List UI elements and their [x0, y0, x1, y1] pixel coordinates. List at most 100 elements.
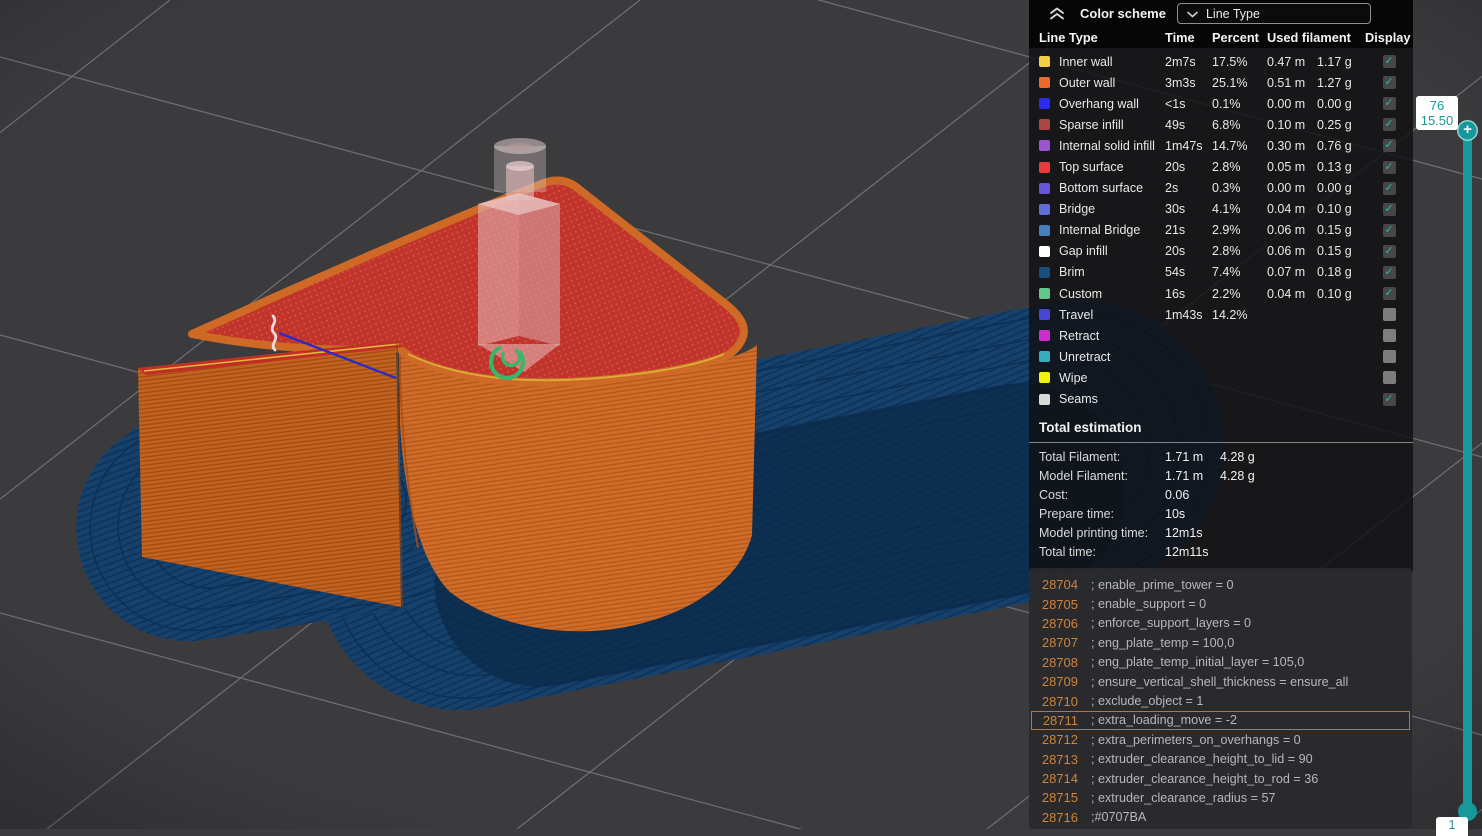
line-type-used-g: 1.27 g [1317, 75, 1352, 90]
display-checkbox[interactable]: ✓ [1382, 139, 1396, 153]
line-type-used-g: 0.13 g [1317, 160, 1352, 175]
gcode-line-number: 28705 [1041, 596, 1078, 612]
estimation-row: Prepare time: 10s [1029, 505, 1413, 524]
display-checkbox[interactable]: ✓ [1382, 265, 1396, 279]
gcode-line[interactable]: 28710 ; exclude_object = 1 [1031, 691, 1410, 710]
color-scheme-dropdown[interactable]: Line Type [1176, 3, 1371, 24]
gcode-viewer[interactable]: 28704 ; enable_prime_tower = 0 28705 ; e… [1029, 568, 1412, 829]
line-type-color-swatch [1039, 288, 1050, 300]
line-type-used-g: 0.10 g [1317, 286, 1352, 301]
line-type-color-swatch [1039, 245, 1050, 257]
legend-row: Gap infill 20s 2.8% 0.06 m 0.15 g ✓ [1029, 241, 1413, 262]
line-type-used-g: 0.00 g [1317, 181, 1352, 196]
gcode-line-text: ; extra_loading_move = -2 [1091, 713, 1237, 728]
estimation-value-1: 12m1s [1165, 526, 1203, 541]
collapse-panel-icon[interactable] [1048, 7, 1066, 20]
line-type-used-m: 0.47 m [1267, 54, 1306, 69]
line-type-label: Custom [1059, 286, 1103, 301]
gcode-line[interactable]: 28706 ; enforce_support_layers = 0 [1031, 614, 1410, 633]
gcode-line-number: 28712 [1041, 732, 1078, 748]
display-checkbox[interactable]: ✓ [1382, 118, 1396, 132]
line-type-label: Retract [1059, 328, 1100, 343]
line-type-percent: 7.4% [1212, 265, 1241, 280]
legend-row: Wipe [1029, 367, 1413, 388]
layer-slider-track[interactable] [1463, 131, 1472, 812]
line-type-used-m: 0.06 m [1267, 223, 1306, 238]
col-display: Display [1365, 30, 1411, 45]
display-checkbox[interactable] [1382, 308, 1396, 322]
total-estimation-title: Total estimation [1039, 419, 1142, 435]
gcode-line-text: ; ensure_vertical_shell_thickness = ensu… [1091, 674, 1349, 689]
gcode-line-text: ; enable_prime_tower = 0 [1091, 577, 1234, 592]
legend-row: Retract [1029, 325, 1413, 346]
line-type-percent: 2.9% [1212, 223, 1241, 238]
gcode-line-number: 28710 [1041, 693, 1078, 709]
display-checkbox[interactable]: ✓ [1382, 223, 1396, 237]
gcode-line[interactable]: 28711 ; extra_loading_move = -2 [1031, 710, 1410, 731]
display-checkbox[interactable]: ✓ [1382, 392, 1396, 406]
line-type-time: 20s [1165, 244, 1186, 259]
estimation-rows: Total Filament: 1.71 m 4.28 g Model Fila… [1029, 443, 1413, 572]
display-checkbox[interactable]: ✓ [1382, 181, 1396, 195]
line-type-used-g: 0.00 g [1317, 96, 1352, 111]
col-percent: Percent [1212, 30, 1259, 45]
display-checkbox[interactable]: ✓ [1382, 76, 1396, 90]
chevron-down-icon [1187, 11, 1198, 18]
display-checkbox[interactable]: ✓ [1382, 160, 1396, 174]
estimation-value-1: 12m11s [1165, 545, 1209, 560]
line-type-percent: 25.1% [1212, 75, 1248, 90]
line-type-used-m: 0.51 m [1267, 75, 1306, 90]
estimation-label: Total Filament: [1039, 450, 1121, 465]
estimation-value-2: 4.28 g [1220, 450, 1255, 465]
layer-slider-handle-top[interactable]: + [1457, 120, 1478, 141]
line-type-used-g: 0.25 g [1317, 117, 1352, 132]
line-type-time: 54s [1165, 265, 1186, 280]
line-type-label: Inner wall [1059, 54, 1113, 69]
layer-slider-bottom-badge: 1 [1436, 817, 1468, 836]
gcode-line[interactable]: 28716 ;#0707BA [1031, 808, 1410, 827]
line-type-percent: 14.7% [1212, 138, 1248, 153]
display-checkbox[interactable] [1382, 350, 1396, 364]
line-type-percent: 6.8% [1212, 117, 1241, 132]
line-type-used-m: 0.04 m [1267, 286, 1306, 301]
estimation-value-1: 1.71 m [1165, 450, 1204, 465]
line-type-used-m: 0.10 m [1267, 117, 1306, 132]
gcode-line[interactable]: 28714 ; extruder_clearance_height_to_rod… [1031, 769, 1410, 788]
line-type-used-m: 0.30 m [1267, 138, 1306, 153]
legend-row: Sparse infill 49s 6.8% 0.10 m 0.25 g ✓ [1029, 114, 1413, 135]
line-type-label: Internal solid infill [1059, 138, 1155, 153]
legend-row: Overhang wall <1s 0.1% 0.00 m 0.00 g ✓ [1029, 93, 1413, 114]
gcode-line[interactable]: 28712 ; extra_perimeters_on_overhangs = … [1031, 730, 1410, 749]
display-checkbox[interactable]: ✓ [1382, 55, 1396, 69]
color-scheme-value: Line Type [1205, 6, 1260, 21]
line-type-time: 21s [1165, 223, 1186, 238]
gcode-line[interactable]: 28715 ; extruder_clearance_radius = 57 [1031, 788, 1410, 807]
display-checkbox[interactable] [1382, 329, 1396, 343]
line-type-percent: 4.1% [1212, 202, 1241, 217]
gcode-line[interactable]: 28713 ; extruder_clearance_height_to_lid… [1031, 750, 1410, 769]
gcode-line[interactable]: 28707 ; eng_plate_temp = 100,0 [1031, 633, 1410, 652]
display-checkbox[interactable]: ✓ [1382, 97, 1396, 111]
line-type-used-g: 0.18 g [1317, 265, 1352, 280]
display-checkbox[interactable]: ✓ [1382, 287, 1396, 301]
display-checkbox[interactable] [1382, 371, 1396, 385]
estimation-row: Total Filament: 1.71 m 4.28 g [1029, 448, 1413, 467]
line-type-used-g: 0.76 g [1317, 138, 1352, 153]
legend-row: Unretract [1029, 346, 1413, 367]
line-type-color-swatch [1039, 203, 1050, 215]
line-type-time: 16s [1165, 286, 1186, 301]
gcode-line-number: 28704 [1041, 577, 1078, 593]
line-type-color-swatch [1039, 56, 1050, 68]
estimation-label: Total time: [1039, 545, 1096, 560]
gcode-line[interactable]: 28709 ; ensure_vertical_shell_thickness … [1031, 672, 1410, 691]
col-used-filament: Used filament [1267, 30, 1351, 45]
gcode-line[interactable]: 28705 ; enable_support = 0 [1031, 594, 1410, 613]
line-type-used-m: 0.00 m [1267, 181, 1306, 196]
display-checkbox[interactable]: ✓ [1382, 244, 1396, 258]
line-type-label: Bridge [1059, 202, 1096, 217]
gcode-line[interactable]: 28708 ; eng_plate_temp_initial_layer = 1… [1031, 653, 1410, 672]
gcode-line[interactable]: 28704 ; enable_prime_tower = 0 [1031, 575, 1410, 594]
legend-table-header: Line Type Time Percent Used filament Dis… [1029, 27, 1413, 48]
display-checkbox[interactable]: ✓ [1382, 202, 1396, 216]
line-type-used-g: 0.10 g [1317, 202, 1352, 217]
